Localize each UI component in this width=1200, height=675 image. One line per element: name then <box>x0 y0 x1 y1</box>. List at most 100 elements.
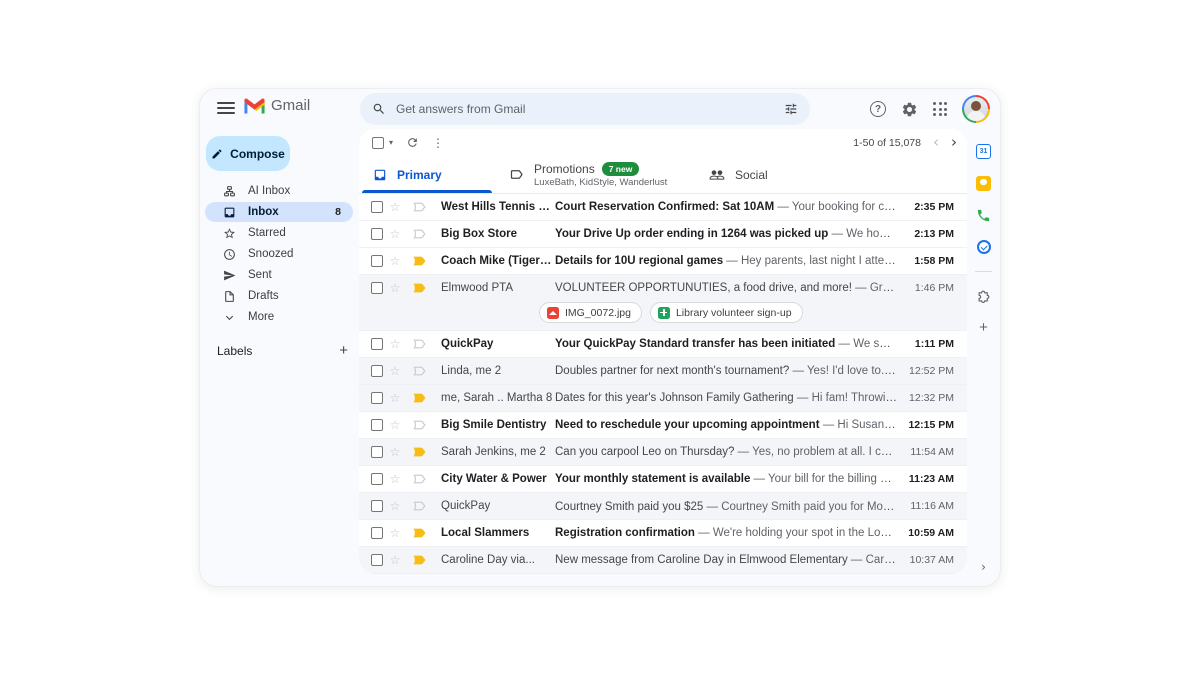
select-dropdown-icon[interactable]: ▾ <box>389 138 393 147</box>
row-checkbox[interactable] <box>371 419 383 431</box>
newer-page-icon[interactable]: ‹ <box>933 135 939 150</box>
importance-marker[interactable] <box>407 256 432 266</box>
inbox-icon <box>222 205 236 219</box>
email-row[interactable]: ☆ QuickPay Courtney Smith paid you $25 —… <box>359 493 967 520</box>
attachment-chip[interactable]: IMG_0072.jpg <box>539 302 642 323</box>
settings-gear-icon[interactable] <box>901 101 918 118</box>
image-attachment-icon <box>547 306 559 319</box>
email-sender: West Hills Tennis Club <box>441 201 555 213</box>
star-icon[interactable]: ☆ <box>383 364 407 378</box>
create-label-icon[interactable]: + <box>339 343 348 358</box>
importance-marker[interactable] <box>407 202 432 212</box>
sidebar-item-more[interactable]: More <box>205 307 353 327</box>
email-row[interactable]: ☆ QuickPay Your QuickPay Standard transf… <box>359 331 967 358</box>
star-icon[interactable]: ☆ <box>383 337 407 351</box>
attachment-chip[interactable]: Library volunteer sign-up <box>649 302 803 323</box>
keep-icon[interactable] <box>976 175 992 191</box>
mail-list-card: ▾ ⋮ 1-50 of 15,078 ‹ › Primary Promotion… <box>359 129 967 574</box>
star-icon[interactable]: ☆ <box>383 391 407 405</box>
importance-marker[interactable] <box>407 474 432 484</box>
importance-marker[interactable] <box>407 283 432 293</box>
star-icon[interactable]: ☆ <box>383 227 407 241</box>
row-checkbox[interactable] <box>371 500 383 512</box>
importance-marker[interactable] <box>407 339 432 349</box>
older-page-icon[interactable]: › <box>951 135 957 150</box>
email-row[interactable]: ☆ Coach Mike (Tigers SC) Details for 10U… <box>359 248 967 275</box>
list-toolbar: ▾ ⋮ 1-50 of 15,078 ‹ › <box>359 129 967 156</box>
menu-icon[interactable] <box>217 102 235 117</box>
importance-marker[interactable] <box>407 528 432 538</box>
email-sender: Big Smile Dentistry <box>441 419 547 431</box>
promotions-tab-subtitle: LuxeBath, KidStyle, Wanderlust <box>534 176 668 188</box>
collapse-panel-icon[interactable]: › <box>981 560 986 574</box>
importance-marker[interactable] <box>407 393 432 403</box>
sidebar-item-drafts[interactable]: Drafts <box>205 286 353 306</box>
importance-marker[interactable] <box>407 501 432 511</box>
tab-primary[interactable]: Primary <box>359 156 495 193</box>
search-bar[interactable] <box>360 93 810 125</box>
email-row[interactable]: ☆ me, Sarah .. Martha 8 Dates for this y… <box>359 385 967 412</box>
active-tab-underline <box>362 190 492 193</box>
star-icon[interactable]: ☆ <box>383 553 407 567</box>
row-checkbox[interactable] <box>371 255 383 267</box>
addon-icon[interactable] <box>976 288 992 304</box>
importance-marker[interactable] <box>407 420 432 430</box>
importance-marker[interactable] <box>407 229 432 239</box>
star-icon[interactable]: ☆ <box>383 254 407 268</box>
more-options-icon[interactable]: ⋮ <box>432 136 444 150</box>
email-row[interactable]: ☆ Sarah Jenkins, me 2 Can you carpool Le… <box>359 439 967 466</box>
tab-social[interactable]: Social <box>695 156 815 193</box>
calendar-icon[interactable]: 31 <box>976 143 992 159</box>
search-input[interactable] <box>396 102 774 116</box>
row-checkbox[interactable] <box>371 338 383 350</box>
star-icon[interactable]: ☆ <box>383 499 407 513</box>
email-row[interactable]: ☆ Big Smile Dentistry Need to reschedule… <box>359 412 967 439</box>
email-row[interactable]: ☆ Caroline Day via... New message from C… <box>359 547 967 574</box>
importance-marker[interactable] <box>407 555 432 565</box>
row-checkbox[interactable] <box>371 228 383 240</box>
star-icon[interactable]: ☆ <box>383 472 407 486</box>
labels-header: Labels + <box>217 343 348 358</box>
refresh-icon[interactable] <box>406 136 419 149</box>
sidebar-item-ai-inbox[interactable]: AI Inbox <box>205 181 353 201</box>
star-icon[interactable]: ☆ <box>383 281 407 295</box>
row-checkbox[interactable] <box>371 446 383 458</box>
sidebar-item-starred[interactable]: Starred <box>205 223 353 243</box>
apps-grid-icon[interactable] <box>933 102 947 116</box>
email-row[interactable]: ☆ Linda, me 2 Doubles partner for next m… <box>359 358 967 385</box>
star-icon[interactable]: ☆ <box>383 200 407 214</box>
row-checkbox[interactable] <box>371 554 383 566</box>
select-all-checkbox[interactable] <box>372 136 384 149</box>
email-row[interactable]: ☆ City Water & Power Your monthly statem… <box>359 466 967 493</box>
row-checkbox[interactable] <box>371 392 383 404</box>
sidebar-item-sent[interactable]: Sent <box>205 265 353 285</box>
importance-marker[interactable] <box>407 366 432 376</box>
inbox-tabs: Primary Promotions 7 new LuxeBath, KidSt… <box>359 156 967 194</box>
attachment-name: IMG_0072.jpg <box>565 306 631 319</box>
row-checkbox[interactable] <box>371 282 383 294</box>
get-addons-icon[interactable]: + <box>979 320 988 335</box>
importance-marker[interactable] <box>407 447 432 457</box>
row-checkbox[interactable] <box>371 473 383 485</box>
voice-icon[interactable] <box>976 207 992 223</box>
sidebar-item-inbox[interactable]: Inbox 8 <box>205 202 353 222</box>
star-icon[interactable]: ☆ <box>383 526 407 540</box>
star-icon[interactable]: ☆ <box>383 445 407 459</box>
tab-promotions[interactable]: Promotions 7 new LuxeBath, KidStyle, Wan… <box>495 156 695 193</box>
sidebar-item-snoozed[interactable]: Snoozed <box>205 244 353 264</box>
row-checkbox[interactable] <box>371 527 383 539</box>
compose-button[interactable]: Compose <box>206 136 290 171</box>
attachment-chips: IMG_0072.jpg Library volunteer sign-up <box>359 301 967 330</box>
email-row[interactable]: ☆ Elmwood PTA VOLUNTEER OPPORTUNUTIES, a… <box>359 275 967 331</box>
email-row[interactable]: ☆ Big Box Store Your Drive Up order endi… <box>359 221 967 248</box>
row-checkbox[interactable] <box>371 365 383 377</box>
email-row[interactable]: ☆ West Hills Tennis Club Court Reservati… <box>359 194 967 221</box>
tasks-icon[interactable] <box>976 239 992 255</box>
email-row[interactable]: ☆ Local Slammers Registration confirmati… <box>359 520 967 547</box>
profile-avatar[interactable] <box>962 95 990 123</box>
row-checkbox[interactable] <box>371 201 383 213</box>
email-sender: Local Slammers <box>441 527 530 539</box>
search-options-icon[interactable] <box>784 102 798 116</box>
help-icon[interactable]: ? <box>870 101 886 117</box>
star-icon[interactable]: ☆ <box>383 418 407 432</box>
